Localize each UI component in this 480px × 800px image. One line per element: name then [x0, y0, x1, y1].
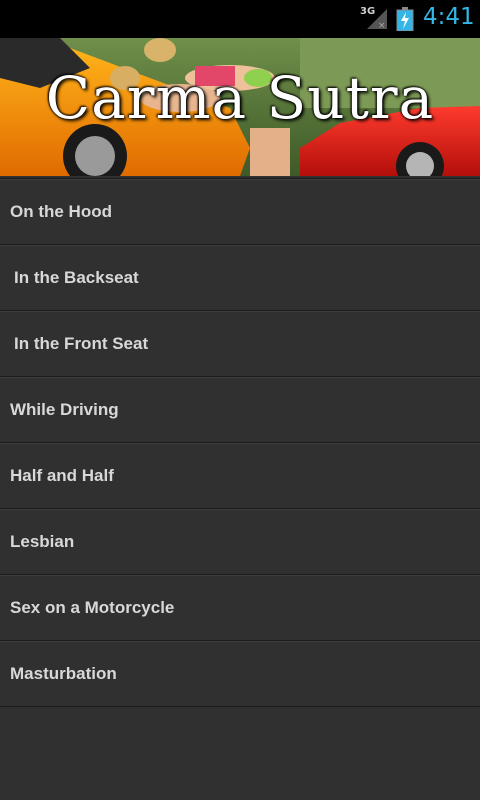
list-item-label: Sex on a Motorcycle [10, 597, 175, 617]
svg-text:×: × [378, 21, 386, 30]
battery-charging-icon [396, 7, 414, 31]
clock: 4:41 [423, 4, 475, 30]
list-item-masturbation[interactable]: Masturbation [0, 641, 480, 707]
list-item-sex-on-a-motorcycle[interactable]: Sex on a Motorcycle [0, 575, 480, 641]
list-item-label: On the Hood [10, 201, 112, 221]
status-bar: 3G × 4:41 [0, 0, 480, 38]
signal-icon: × [367, 9, 387, 30]
list-item-in-the-front-seat[interactable]: In the Front Seat [0, 311, 480, 377]
list-item-half-and-half[interactable]: Half and Half [0, 443, 480, 509]
list-item-lesbian[interactable]: Lesbian [0, 509, 480, 575]
header-banner: Carma Sutra [0, 38, 480, 176]
list-item-in-the-backseat[interactable]: In the Backseat [0, 245, 480, 311]
list-item-label: In the Front Seat [14, 333, 149, 353]
list-item-label: While Driving [10, 399, 119, 419]
list-item-label: Half and Half [10, 465, 114, 485]
list-item-label: Masturbation [10, 663, 117, 683]
list-item-label: In the Backseat [14, 267, 139, 287]
list-item-while-driving[interactable]: While Driving [0, 377, 480, 443]
app-title: Carma Sutra [45, 64, 435, 132]
list-item-label: Lesbian [10, 531, 75, 551]
list-item-on-the-hood[interactable]: On the Hood [0, 179, 480, 245]
category-list: On the Hood In the Backseat In the Front… [0, 178, 480, 707]
